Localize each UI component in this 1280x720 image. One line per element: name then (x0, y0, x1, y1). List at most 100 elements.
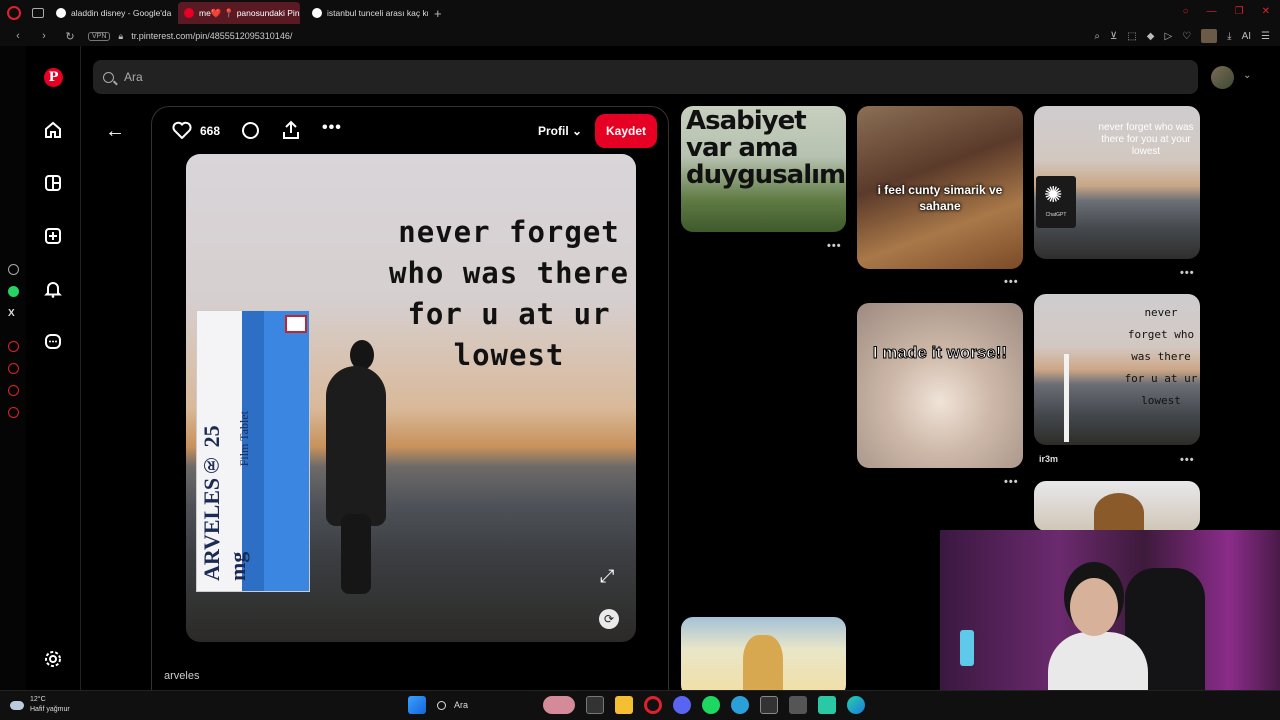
whatsapp-icon[interactable] (8, 286, 19, 297)
back-nav-icon[interactable]: ‹ (10, 30, 26, 42)
url-field[interactable]: tr.pinterest.com/pin/4855512095310146/ (131, 31, 292, 41)
more-options-icon[interactable]: ••• (322, 119, 342, 137)
maximize-button[interactable]: ❐ (1235, 6, 1244, 17)
more-options-icon[interactable]: ••• (1004, 276, 1019, 288)
search-icon (437, 700, 446, 710)
address-bar: ‹ › ↻ VPN 🔒︎ tr.pinterest.com/pin/485551… (0, 26, 1280, 46)
app-icon[interactable] (760, 696, 778, 714)
play-icon[interactable]: ▷ (1164, 31, 1172, 42)
streamer-head (1070, 578, 1118, 636)
related-pin[interactable]: I made it worse!! (857, 303, 1023, 468)
more-options-icon[interactable]: ••• (827, 240, 842, 252)
heart-icon[interactable]: ♡ (1182, 31, 1191, 42)
settings-gear-icon[interactable] (43, 649, 63, 669)
chevron-down-icon[interactable]: ⌄ (1243, 70, 1251, 81)
pin-author[interactable]: arveles (164, 670, 199, 682)
chatgpt-badge: ChatGPT (1036, 176, 1076, 228)
pin-caption: i feel cunty simarik ve sahane (877, 183, 1003, 213)
share-icon[interactable] (282, 120, 300, 145)
download-icon[interactable]: ⤓ (1227, 31, 1231, 42)
profile-avatar[interactable] (1201, 29, 1218, 43)
weather-widget[interactable]: 12°C Hafif yağmur (10, 695, 70, 715)
history-icon[interactable] (8, 363, 19, 374)
pin-caption: Asabiyet var ama duygusalım (686, 106, 846, 190)
pin-detail-card: 668 ••• Profil ⌄ Kaydet never forget who… (151, 106, 669, 696)
minimize-button[interactable]: — (1207, 6, 1217, 17)
home-icon[interactable] (43, 120, 63, 140)
spotify-icon[interactable] (702, 696, 720, 714)
reload-icon[interactable]: ↻ (62, 30, 78, 43)
chat-icon[interactable] (8, 385, 19, 396)
related-pin[interactable]: i feel cunty simarik ve sahane (857, 106, 1023, 269)
medicine-brand: ARVELES® 25 mg (199, 425, 250, 581)
browser-tab[interactable]: istanbul tunceli arası kaç km (306, 2, 428, 24)
notifications-bell-icon[interactable] (43, 279, 63, 299)
browser-tab[interactable]: aladdin disney - Google'da Ara (50, 2, 172, 24)
dog-graphic (1094, 493, 1144, 531)
user-avatar[interactable] (1211, 66, 1234, 89)
x-icon[interactable]: X (8, 308, 19, 319)
pin-caption: never forget who was there for you at yo… (1098, 122, 1194, 157)
search-input[interactable]: Ara (93, 60, 1198, 94)
pinterest-logo-icon[interactable]: P (44, 68, 63, 87)
related-pin[interactable]: never forget who was there for you at yo… (1034, 106, 1200, 259)
zoom-icon[interactable]: ⌕ (1094, 31, 1100, 42)
create-icon[interactable] (43, 226, 63, 246)
forward-nav-icon[interactable]: › (36, 30, 52, 42)
more-options-icon[interactable]: ••• (1004, 476, 1019, 488)
search-tabs-icon[interactable]: ○ (1183, 6, 1189, 17)
pin-icon[interactable]: ⊻ (1110, 31, 1117, 42)
snapshot-icon[interactable]: ⬚ (1127, 31, 1136, 42)
like-heart-icon[interactable] (172, 121, 192, 144)
visual-search-icon[interactable]: ⟳ (599, 609, 619, 629)
back-arrow-icon[interactable]: ← (105, 120, 125, 143)
tab-switcher-icon[interactable] (32, 8, 44, 18)
related-pin[interactable] (681, 617, 846, 697)
pin-image-caption: never forget who was there for u at ur l… (389, 215, 629, 372)
chat-app-icon[interactable] (818, 696, 836, 714)
record-icon[interactable] (8, 341, 19, 352)
close-window-button[interactable]: ✕ (1262, 6, 1270, 17)
ai-button[interactable]: AI (1242, 31, 1251, 42)
related-pin[interactable]: Asabiyet var ama duygusalım (681, 106, 846, 232)
shield-icon[interactable]: ◆ (1147, 31, 1155, 42)
edge-icon[interactable] (847, 696, 865, 714)
save-button[interactable]: Kaydet (595, 114, 657, 148)
comment-icon[interactable] (242, 122, 259, 139)
dog-graphic (743, 635, 783, 695)
browser-tab-active[interactable]: me❤️ 📍 panosundaki Pin (178, 2, 300, 24)
vpn-badge[interactable]: VPN (88, 31, 111, 41)
chatgpt-icon[interactable] (8, 264, 19, 275)
cigarette-graphic (1064, 354, 1069, 442)
opera-logo-icon[interactable] (7, 6, 21, 20)
settings-small-icon[interactable] (8, 407, 19, 418)
menu-icon[interactable]: ☰ (1261, 31, 1270, 42)
taskbar-apps: Ara (408, 696, 865, 714)
windows-taskbar: 12°C Hafif yağmur Ara (0, 690, 1280, 720)
pin-author[interactable]: ir3m (1039, 454, 1058, 464)
more-options-icon[interactable]: ••• (1180, 267, 1195, 279)
discord-icon[interactable] (673, 696, 691, 714)
profile-board-dropdown[interactable]: Profil ⌄ (538, 124, 582, 138)
medicine-box: ARVELES® 25 mg Film Tablet (197, 311, 309, 591)
opera-gx-icon[interactable] (644, 696, 662, 714)
task-view-icon[interactable] (586, 696, 604, 714)
taskbar-search[interactable]: Ara (437, 700, 532, 710)
notepad-icon[interactable] (789, 696, 807, 714)
related-pin[interactable]: never forget who was there for u at ur l… (1034, 294, 1200, 445)
widget-icon[interactable] (543, 696, 575, 714)
expand-icon[interactable]: ⤢ (600, 566, 614, 587)
file-explorer-icon[interactable] (615, 696, 633, 714)
pin-image[interactable]: never forget who was there for u at ur l… (186, 154, 636, 642)
windows-start-icon[interactable] (408, 696, 426, 714)
more-options-icon[interactable]: ••• (1180, 454, 1195, 466)
pin-toolbar: 668 ••• Profil ⌄ Kaydet (152, 107, 668, 155)
man-silhouette-body (326, 366, 386, 526)
related-pin[interactable] (1034, 481, 1200, 531)
messages-icon[interactable] (43, 332, 63, 352)
explore-icon[interactable] (43, 173, 63, 193)
new-tab-button[interactable]: + (434, 6, 442, 21)
google-favicon-icon (56, 8, 66, 18)
telegram-icon[interactable] (731, 696, 749, 714)
pinterest-favicon-icon (184, 8, 194, 18)
